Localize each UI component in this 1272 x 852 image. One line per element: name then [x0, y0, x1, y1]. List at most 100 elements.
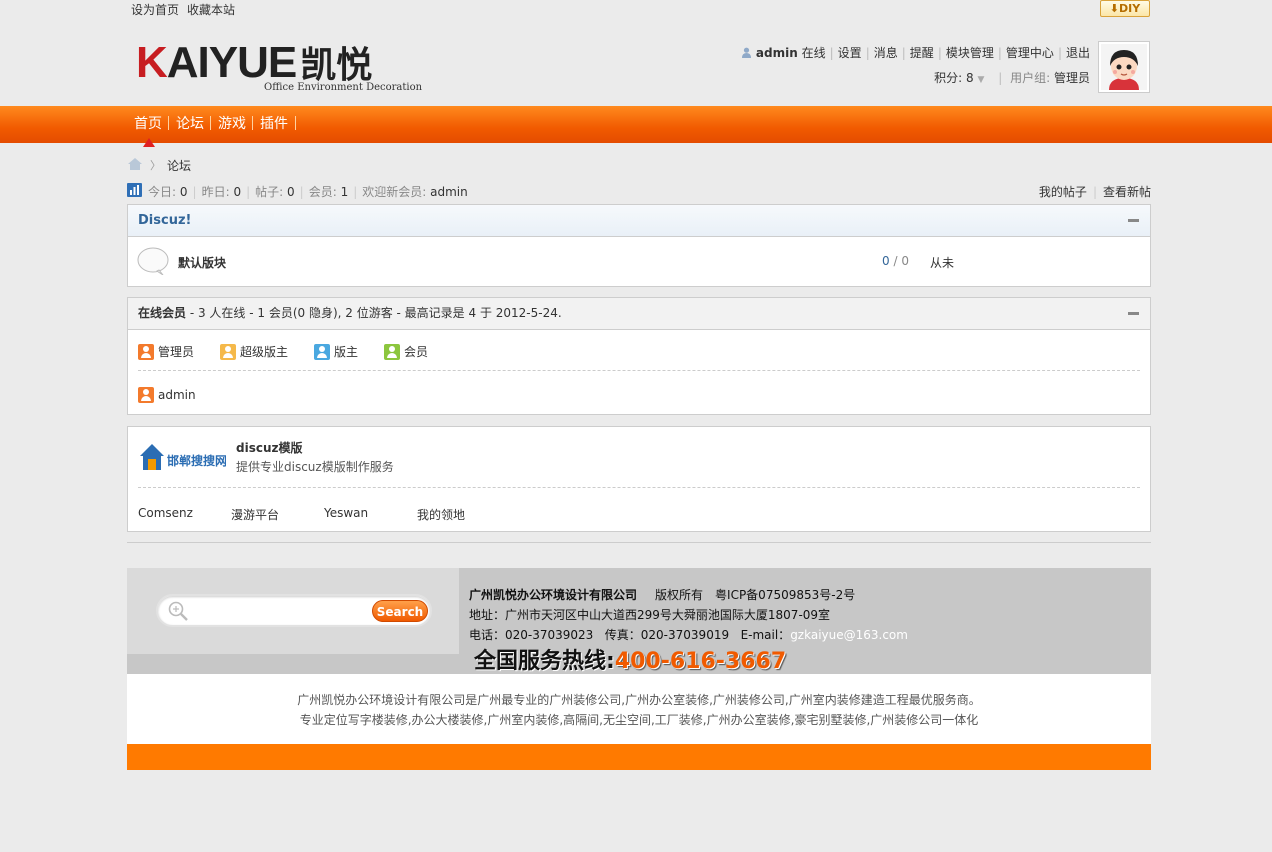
chevron-right-icon: 〉: [150, 159, 161, 172]
stat-yesterday: 0: [233, 185, 242, 199]
footer-phone: 电话：020-37039023: [469, 628, 594, 642]
footer-desc-line-2: 专业定位写字楼装修,办公大楼装修,广州室内装修,高隔间,无尘空间,工厂装修,广州…: [299, 713, 979, 727]
admin-user-icon: [138, 343, 154, 360]
user-icon: [741, 47, 752, 58]
notices-link[interactable]: 提醒: [910, 46, 934, 60]
credits-menu[interactable]: 积分: 8 ▼: [934, 71, 984, 85]
settings-link[interactable]: 设置: [838, 46, 862, 60]
user-bar: admin 在线 | 设置 | 消息 | 提醒 | 模块管理 | 管理中心 | 退出: [741, 44, 1090, 61]
logo-letter: K: [136, 38, 168, 87]
forum-stats: 今日: 0 | 昨日: 0 | 帖子: 0 | 会员: 1 | 欢迎新会员: admin 我的帖…: [127, 183, 1151, 199]
collapse-icon[interactable]: [1128, 312, 1139, 315]
breadcrumb: 〉 论坛: [128, 157, 191, 173]
divider: [138, 487, 1140, 488]
stat-posts: 0: [287, 185, 295, 199]
user-group-value[interactable]: 管理员: [1054, 71, 1090, 85]
footer-contact-line: 电话：020-37039023 传真：020-37039019 E-mail：g…: [469, 628, 908, 642]
footer-company: 广州凯悦办公环境设计有限公司: [469, 588, 638, 602]
category-title[interactable]: Discuz!: [138, 213, 191, 228]
footer-bottom-bar: [127, 744, 1151, 770]
admin-user-icon: [138, 387, 154, 403]
divider: [127, 542, 1151, 543]
footer-panel-strip: [127, 654, 459, 674]
magnifier-icon: [168, 601, 188, 621]
member-icon: [384, 343, 401, 360]
new-posts-link[interactable]: 查看新帖: [1103, 185, 1151, 199]
moderator-icon: [314, 343, 331, 360]
partner-title-link[interactable]: discuz模版: [236, 439, 303, 456]
admin-center-link[interactable]: 管理中心: [1006, 46, 1054, 60]
footer-email-link[interactable]: gzkaiyue@163.com: [790, 628, 908, 642]
online-members: 在线会员 - 3 人在线 - 1 会员(0 隐身), 2 位游客 - 最高记录是…: [127, 297, 1151, 415]
messages-link[interactable]: 消息: [874, 46, 898, 60]
diy-button[interactable]: ⬇DIY: [1100, 0, 1150, 17]
super-moderator-icon: [220, 343, 237, 360]
link-yeswan[interactable]: Yeswan: [324, 506, 417, 523]
my-posts-link[interactable]: 我的帖子: [1039, 185, 1087, 199]
category-header: Discuz!: [128, 205, 1150, 237]
legend-super-mod: 超级版主: [220, 343, 288, 360]
search-input[interactable]: [192, 600, 368, 622]
home-icon[interactable]: [128, 157, 142, 173]
main-nav: 首页 论坛 游戏 插件: [0, 106, 1272, 143]
nav-item-home[interactable]: 首页: [127, 106, 169, 142]
partner-logo-text: 邯郸搜搜网: [167, 453, 226, 468]
stats-chart-icon: [127, 183, 142, 200]
nav-item-plugins[interactable]: 插件: [252, 106, 296, 142]
download-arrow-icon: ⬇: [1109, 2, 1119, 15]
footer-hotline: 全国服务热线:400-616-3667: [474, 643, 786, 675]
logo-subtitle: Office Environment Decoration: [264, 82, 423, 93]
forum-counts: 0 / 0: [882, 254, 909, 268]
forum-last-post: 从未: [930, 256, 955, 270]
forum-bubble-icon: [137, 247, 169, 276]
link-comsenz[interactable]: Comsenz: [138, 506, 231, 523]
link-manyou[interactable]: 漫游平台: [231, 506, 324, 523]
online-summary: - 3 人在线 - 1 会员(0 隐身), 2 位游客 - 最高记录是 4 于 …: [186, 306, 562, 320]
nav-item-forum[interactable]: 论坛: [168, 106, 211, 142]
hotline-label: 全国服务热线:: [474, 649, 615, 674]
search-button[interactable]: Search: [372, 600, 428, 622]
online-user-name[interactable]: admin: [158, 388, 196, 402]
forum-post-count: 0: [901, 254, 909, 268]
bookmark-link[interactable]: 收藏本站: [187, 3, 235, 17]
stat-today: 0: [179, 185, 188, 199]
legend-admin: 管理员: [138, 343, 194, 360]
nav-item-games[interactable]: 游戏: [210, 106, 253, 142]
stat-members: 1: [340, 185, 349, 199]
footer-icp-link[interactable]: 粤ICP备07509853号-2号: [715, 588, 855, 602]
avatar[interactable]: [1098, 41, 1150, 93]
online-user[interactable]: admin: [138, 387, 196, 403]
legend-mod: 版主: [314, 343, 358, 360]
newest-member-link[interactable]: admin: [430, 185, 468, 199]
online-header: 在线会员 - 3 人在线 - 1 会员(0 隐身), 2 位游客 - 最高记录是…: [128, 298, 1150, 330]
module-manage-link[interactable]: 模块管理: [946, 46, 994, 60]
logo-wordmark: AIYUE: [166, 38, 297, 87]
forum-name-link[interactable]: 默认版块: [178, 254, 226, 271]
text-links: Comsenz 漫游平台 Yeswan 我的领地: [138, 506, 510, 523]
footer-company-line: 广州凯悦办公环境设计有限公司 版权所有 粤ICP备07509853号-2号: [469, 586, 855, 603]
footer-fax: 传真：020-37039019: [604, 628, 730, 642]
logout-link[interactable]: 退出: [1066, 46, 1090, 60]
footer-desc-line-1: 广州凯悦办公环境设计有限公司是广州最专业的广州装修公司,广州办公室装修,广州装修…: [297, 693, 981, 707]
friend-links: 邯郸搜搜网 discuz模版 提供专业discuz模版制作服务 Comsenz …: [127, 426, 1151, 532]
footer-copyright: 版权所有: [655, 588, 704, 602]
legend-member: 会员: [384, 343, 428, 360]
online-title[interactable]: 在线会员: [138, 306, 186, 320]
username-link[interactable]: admin: [756, 46, 798, 60]
link-my-domain[interactable]: 我的领地: [417, 506, 510, 523]
partner-desc: 提供专业discuz模版制作服务: [236, 460, 394, 474]
site-logo[interactable]: KAIYUE 凯悦 Office Environment Decoration: [136, 36, 436, 98]
footer-search: Search: [156, 594, 432, 627]
online-legend: 管理员 超级版主 版主 会员: [138, 343, 454, 360]
partner-logo[interactable]: 邯郸搜搜网: [138, 440, 227, 474]
divider: [138, 370, 1140, 371]
online-status: 在线: [801, 46, 826, 60]
footer-address: 地址：广州市天河区中山大道西299号大舜丽池国际大厦1807-09室: [469, 608, 831, 622]
breadcrumb-current[interactable]: 论坛: [167, 157, 191, 174]
set-home-link[interactable]: 设为首页: [131, 3, 179, 17]
forum-category: Discuz! 默认版块 0 / 0 从未: [127, 204, 1151, 287]
hotline-number: 400-616-3667: [614, 649, 787, 674]
footer-description: 广州凯悦办公环境设计有限公司是广州最专业的广州装修公司,广州办公室装修,广州装修…: [127, 674, 1151, 744]
collapse-icon[interactable]: [1128, 219, 1139, 222]
forum-thread-count: 0: [882, 254, 890, 268]
